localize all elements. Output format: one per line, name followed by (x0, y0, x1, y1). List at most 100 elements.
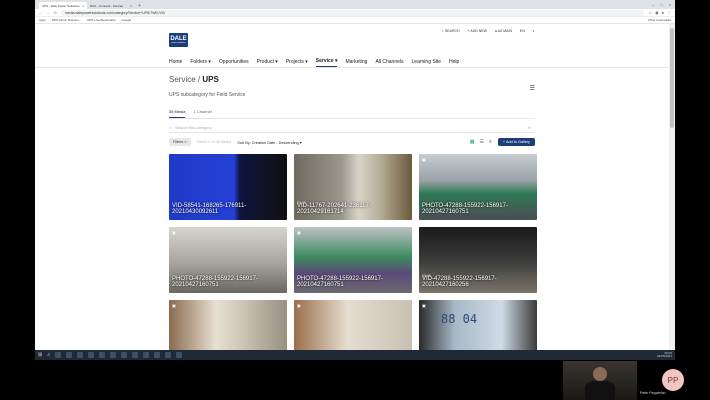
contrast-icon[interactable]: ◐ (533, 29, 535, 33)
nav-folders[interactable]: Folders ▾ (190, 56, 211, 67)
media-grid: VID-58541-168265-176911-20210430092611 0… (169, 154, 537, 350)
breadcrumb-current: UPS (202, 75, 219, 84)
media-card[interactable]: 00:03 VID-11767-202641-236117-2021042916… (294, 154, 412, 220)
photo-icon: ▣ (172, 230, 176, 235)
header-utilities: ⌕ SEARCH + ADD NEW ● AZ MAIN EN ◐ (442, 29, 535, 33)
profile-icon[interactable]: ● (662, 10, 664, 15)
category-search[interactable]: ⌕ Search this category ⊗ (169, 122, 535, 133)
close-icon[interactable]: × (130, 4, 132, 8)
search-label: SEARCH (444, 29, 460, 33)
close-icon[interactable]: × (82, 4, 84, 8)
menu-icon[interactable]: ⋮ (667, 10, 671, 15)
reload-icon[interactable]: ↻ (54, 11, 57, 15)
taskbar-app-icon[interactable] (77, 352, 84, 358)
details-toggle-icon[interactable]: ☰ (530, 85, 535, 92)
taskbar-app-icon[interactable] (143, 352, 150, 358)
grid-view-icon[interactable]: ▦ (470, 139, 475, 145)
bookmark-other[interactable]: Other bookmarks (648, 18, 671, 22)
media-card[interactable]: ▣ PHOTO-47288-155922-156917-202104271607… (419, 154, 537, 220)
nav-home[interactable]: Home (169, 56, 182, 67)
bookmarks-bar: Apps DPS Admin Busines... DPS Live Bookm… (35, 17, 675, 24)
bookmark-google[interactable]: Google (122, 18, 132, 22)
media-card[interactable]: VID-58541-168265-176911-20210430092611 (169, 154, 287, 220)
media-title[interactable]: PHOTO-47288-155922-156917-20210427160751 (297, 276, 409, 289)
media-title[interactable]: PHOTO-47288-155922-156917-20210427160751 (172, 276, 284, 289)
new-tab-icon[interactable]: + (135, 3, 144, 9)
nav-product[interactable]: Product ▾ (257, 56, 278, 67)
bookmark-apps[interactable]: Apps (39, 18, 46, 22)
taskbar-app-icon[interactable] (132, 352, 139, 358)
bookmark-dps-admin[interactable]: DPS Admin Busines... (52, 18, 81, 22)
media-card[interactable]: ▣ PHOTO-47288-155922-156917-202104271607… (169, 227, 287, 293)
media-title[interactable]: PHOTO-47288-155922-156917-20210427160751 (422, 203, 534, 216)
browser-tab-ups[interactable]: UPS - Dale Power Solutions × (39, 2, 87, 9)
taskbar-app-icon[interactable] (121, 352, 128, 358)
nav-projects[interactable]: Projects ▾ (286, 56, 308, 67)
taskbar-app-icon[interactable] (66, 352, 73, 358)
nav-help[interactable]: Help (449, 56, 459, 67)
photo-icon: ▣ (297, 303, 301, 308)
browser-tab-dac[interactable]: DAC - Connect - Internal × (87, 2, 135, 9)
star-icon[interactable]: ☆ (648, 10, 652, 15)
forward-icon[interactable]: → (47, 11, 51, 15)
page-scrollbar[interactable] (669, 24, 675, 350)
nav-all-channels[interactable]: All Channels (375, 56, 403, 67)
taskbar-app-icon[interactable] (55, 352, 62, 358)
avatar: PP (662, 369, 684, 391)
url-input[interactable]: media.dalepowersolutions.com/category/Se… (60, 9, 645, 16)
view-switcher: ▦ ☰ ≡ (470, 139, 492, 145)
bookmark-dps-live[interactable]: DPS Live Bookmarks (87, 18, 115, 22)
minimize-icon[interactable]: – (652, 2, 654, 7)
taskbar-app-icon[interactable] (165, 352, 172, 358)
nav-service[interactable]: Service ▾ (315, 56, 338, 67)
taskbar-app-icon[interactable] (99, 352, 106, 358)
media-card[interactable]: ▣ (169, 300, 287, 350)
search-input[interactable]: Search this category (175, 125, 211, 130)
taskbar-app-icon[interactable] (110, 352, 117, 358)
tab-media[interactable]: 35 Media (169, 109, 186, 118)
user-icon: ● (494, 29, 498, 33)
main-nav: Home Folders ▾ Opportunities Product ▾ P… (35, 56, 669, 68)
windows-taskbar: ⊞ ⌕ 09:02 04/05/2021 (35, 350, 675, 360)
filters-button[interactable]: Filters × (169, 138, 191, 146)
media-card[interactable]: 00:15 VID-47288-155922-156917-2021042716… (419, 227, 537, 293)
media-card[interactable]: ▣ PHOTO-47288-155922-156917-202104271607… (294, 227, 412, 293)
windows-start-icon[interactable]: ⊞ (38, 352, 42, 358)
back-icon[interactable]: ← (39, 11, 43, 15)
user-menu[interactable]: ● AZ MAIN (495, 29, 512, 33)
address-bar: ← → ↻ media.dalepowersolutions.com/categ… (35, 9, 675, 17)
media-title[interactable]: VID-58541-168265-176911-20210430092611 (172, 203, 284, 216)
extensions: ☆ ◉ ● ⋮ (648, 10, 671, 15)
search-icon[interactable]: ⌕ (47, 352, 50, 358)
clear-icon[interactable]: ⊗ (528, 125, 531, 130)
nav-marketing[interactable]: Marketing (345, 56, 367, 67)
media-card[interactable]: ▣ 88 04 (419, 300, 537, 350)
compact-view-icon[interactable]: ≡ (489, 139, 492, 145)
media-title[interactable]: VID-47288-155922-156917-20210427160256 (422, 276, 534, 289)
nav-learning-site[interactable]: Learning Site (412, 56, 441, 67)
taskbar-app-icon[interactable] (176, 352, 183, 358)
scroll-thumb[interactable] (670, 28, 674, 128)
taskbar-app-icon[interactable] (154, 352, 161, 358)
tab-channel[interactable]: 1 Channel (193, 109, 211, 118)
close-window-icon[interactable]: × (669, 2, 671, 7)
nav-opportunities[interactable]: Opportunities (219, 56, 249, 67)
media-card[interactable]: ▣ (294, 300, 412, 350)
media-title[interactable]: VID-11767-202641-236117-20210429161714 (297, 203, 409, 216)
language-selector[interactable]: EN (520, 29, 525, 33)
add-to-gallery-button[interactable]: + Add to Gallery (497, 138, 535, 146)
select-all-checkbox[interactable]: Select 0 of 35 Media (197, 140, 232, 144)
breadcrumb-parent[interactable]: Service (169, 75, 196, 84)
taskbar-app-icon[interactable] (88, 352, 95, 358)
browser-window: UPS - Dale Power Solutions × DAC - Conne… (35, 0, 675, 350)
add-new-link[interactable]: + ADD NEW (468, 29, 487, 33)
sort-dropdown[interactable]: Sort By: Creation Date - Descending ▾ (237, 140, 301, 145)
add-new-label: ADD NEW (470, 29, 487, 33)
search-link[interactable]: ⌕ SEARCH (442, 29, 460, 33)
maximize-icon[interactable]: □ (660, 2, 662, 7)
extension-icon[interactable]: ◉ (655, 10, 659, 15)
category-description: UPS subcategory for Field Service (169, 92, 246, 98)
list-view-icon[interactable]: ☰ (479, 139, 483, 145)
dale-logo[interactable]: DALE power solutions (169, 33, 188, 47)
system-clock[interactable]: 09:02 04/05/2021 (657, 351, 672, 359)
